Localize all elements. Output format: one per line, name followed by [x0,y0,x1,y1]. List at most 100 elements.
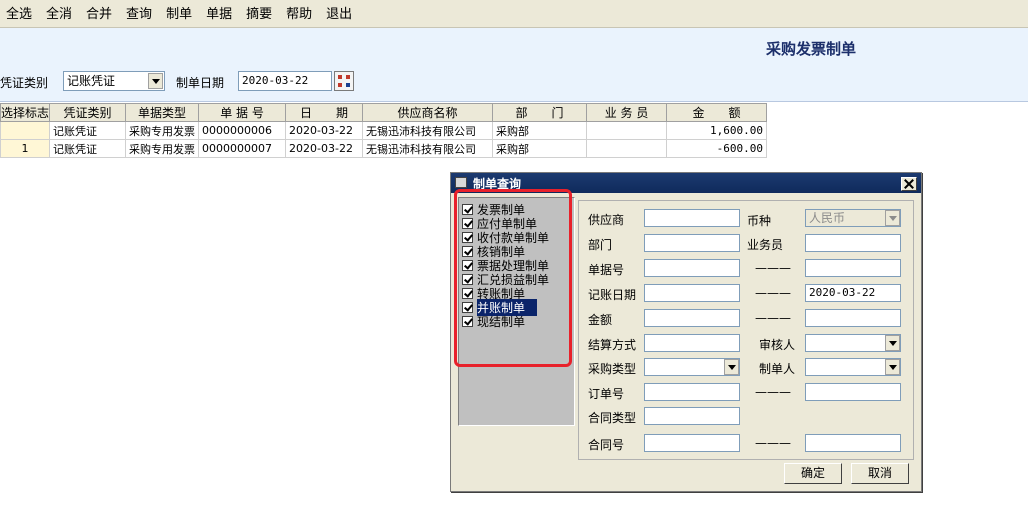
contract-type-input[interactable] [644,407,740,425]
voucher-grid: 选择标志 凭证类别 单据类型 单 据 号 日 期 供应商名称 部 门 业 务 员… [0,103,768,158]
column-header[interactable]: 供应商名称 [362,103,494,122]
book-date-to-input[interactable]: 2020-03-22 [805,284,901,302]
select-flag-cell[interactable]: 1 [0,139,51,158]
auditor-label: 审核人 [759,338,796,352]
checkbox-icon[interactable] [462,231,473,243]
window-icon [455,177,467,188]
range-separator: ——— [755,436,791,450]
doc-no-from-input[interactable] [644,259,740,277]
checkbox-icon[interactable] [462,203,473,215]
toolbar: 全选 全消 合并 查询 制单 单据 摘要 帮助 退出 [0,0,1028,28]
table-cell: 无锡迅沛科技有限公司 [362,139,494,158]
contract-no-to-input[interactable] [805,434,901,452]
supplier-label: 供应商 [588,213,625,227]
column-header[interactable]: 日 期 [285,103,364,122]
summary-button[interactable]: 摘要 [240,2,279,25]
cancel-button[interactable]: 取消 [851,463,909,484]
chevron-down-icon[interactable] [724,359,739,375]
column-header[interactable]: 凭证类别 [49,103,127,122]
contract-type-label: 合同类型 [588,411,637,425]
range-separator: ——— [755,286,791,300]
column-header[interactable]: 单据类型 [125,103,200,122]
auditor-select[interactable] [805,334,901,352]
chevron-down-icon[interactable] [885,335,900,351]
order-no-label: 订单号 [588,387,625,401]
table-cell: 0000000006 [198,121,287,140]
voucher-type-value: 记账凭证 [67,74,116,88]
date-input[interactable]: 2020-03-22 [238,71,332,91]
purchase-type-select[interactable] [644,358,740,376]
chevron-down-icon[interactable] [148,73,163,89]
amount-from-input[interactable] [644,309,740,327]
make-voucher-button[interactable]: 制单 [160,2,199,25]
deselect-all-button[interactable]: 全消 [40,2,79,25]
close-button[interactable] [901,177,917,191]
table-row[interactable]: 记账凭证 采购专用发票 0000000006 2020-03-22 无锡迅沛科技… [0,121,768,140]
settle-method-input[interactable] [644,334,740,352]
checkbox-icon[interactable] [462,315,473,327]
help-button[interactable]: 帮助 [280,2,319,25]
close-icon [904,179,914,189]
chevron-down-icon[interactable] [885,359,900,375]
book-date-label: 记账日期 [588,288,637,302]
ok-button[interactable]: 确定 [784,463,842,484]
merge-button[interactable]: 合并 [80,2,119,25]
doc-no-label: 单据号 [588,263,625,277]
date-label: 制单日期 [176,76,225,90]
supplier-input[interactable] [644,209,740,227]
checkbox-icon[interactable] [462,217,473,229]
table-cell: 记账凭证 [49,139,127,158]
calendar-icon[interactable] [334,71,354,91]
checkbox-icon[interactable] [462,273,473,285]
document-button[interactable]: 单据 [200,2,239,25]
checkbox-icon[interactable] [462,287,473,299]
order-no-to-input[interactable] [805,383,901,401]
voucher-type-select[interactable]: 记账凭证 [63,71,165,91]
contract-no-label: 合同号 [588,438,625,452]
currency-value: 人民币 [809,211,846,225]
column-header[interactable]: 业 务 员 [586,103,668,122]
order-no-from-input[interactable] [644,383,740,401]
table-cell [586,121,668,140]
column-header[interactable]: 单 据 号 [198,103,287,122]
header-panel: 采购发票制单 凭证类别 记账凭证 制单日期 2020-03-22 [0,28,1028,102]
table-cell: 2020-03-22 [285,121,364,140]
maker-label: 制单人 [759,362,796,376]
chevron-down-icon[interactable] [885,210,900,226]
currency-label: 币种 [747,214,772,228]
exit-button[interactable]: 退出 [320,2,359,25]
range-separator: ——— [755,311,791,325]
table-cell: 记账凭证 [49,121,127,140]
book-date-from-input[interactable] [644,284,740,302]
table-cell: 无锡迅沛科技有限公司 [362,121,494,140]
column-header[interactable]: 选择标志 [0,103,51,122]
settle-method-label: 结算方式 [588,338,637,352]
table-cell: 采购专用发票 [125,121,200,140]
table-row[interactable]: 1 记账凭证 采购专用发票 0000000007 2020-03-22 无锡迅沛… [0,139,768,158]
query-button[interactable]: 查询 [120,2,159,25]
checkbox-icon[interactable] [462,301,473,313]
column-header[interactable]: 金 额 [666,103,768,122]
dialog-title-bar[interactable]: 制单查询 [451,173,921,193]
salesman-input[interactable] [805,234,901,252]
maker-select[interactable] [805,358,901,376]
query-dialog: 制单查询 发票制单 应付单制单 收付款单制单 核销制单 票据处理制单 汇兑损益制… [450,172,922,492]
query-fields-panel: 供应商 币种 人民币 部门 业务员 单据号 ——— 记账日期 ——— 2020-… [578,200,914,460]
checkbox-icon[interactable] [462,245,473,257]
purchase-type-label: 采购类型 [588,362,637,376]
table-cell: 采购部 [492,139,588,158]
column-header[interactable]: 部 门 [492,103,588,122]
doc-no-to-input[interactable] [805,259,901,277]
doc-type-item[interactable]: 现结制单 [462,314,525,329]
page-title: 采购发票制单 [766,40,857,58]
table-cell [586,139,668,158]
amount-to-input[interactable] [805,309,901,327]
currency-select[interactable]: 人民币 [805,209,901,227]
department-input[interactable] [644,234,740,252]
select-flag-cell[interactable] [0,121,51,140]
range-separator: ——— [755,385,791,399]
checkbox-icon[interactable] [462,259,473,271]
select-all-button[interactable]: 全选 [0,2,39,25]
contract-no-from-input[interactable] [644,434,740,452]
grid-header-row: 选择标志 凭证类别 单据类型 单 据 号 日 期 供应商名称 部 门 业 务 员… [0,103,768,122]
